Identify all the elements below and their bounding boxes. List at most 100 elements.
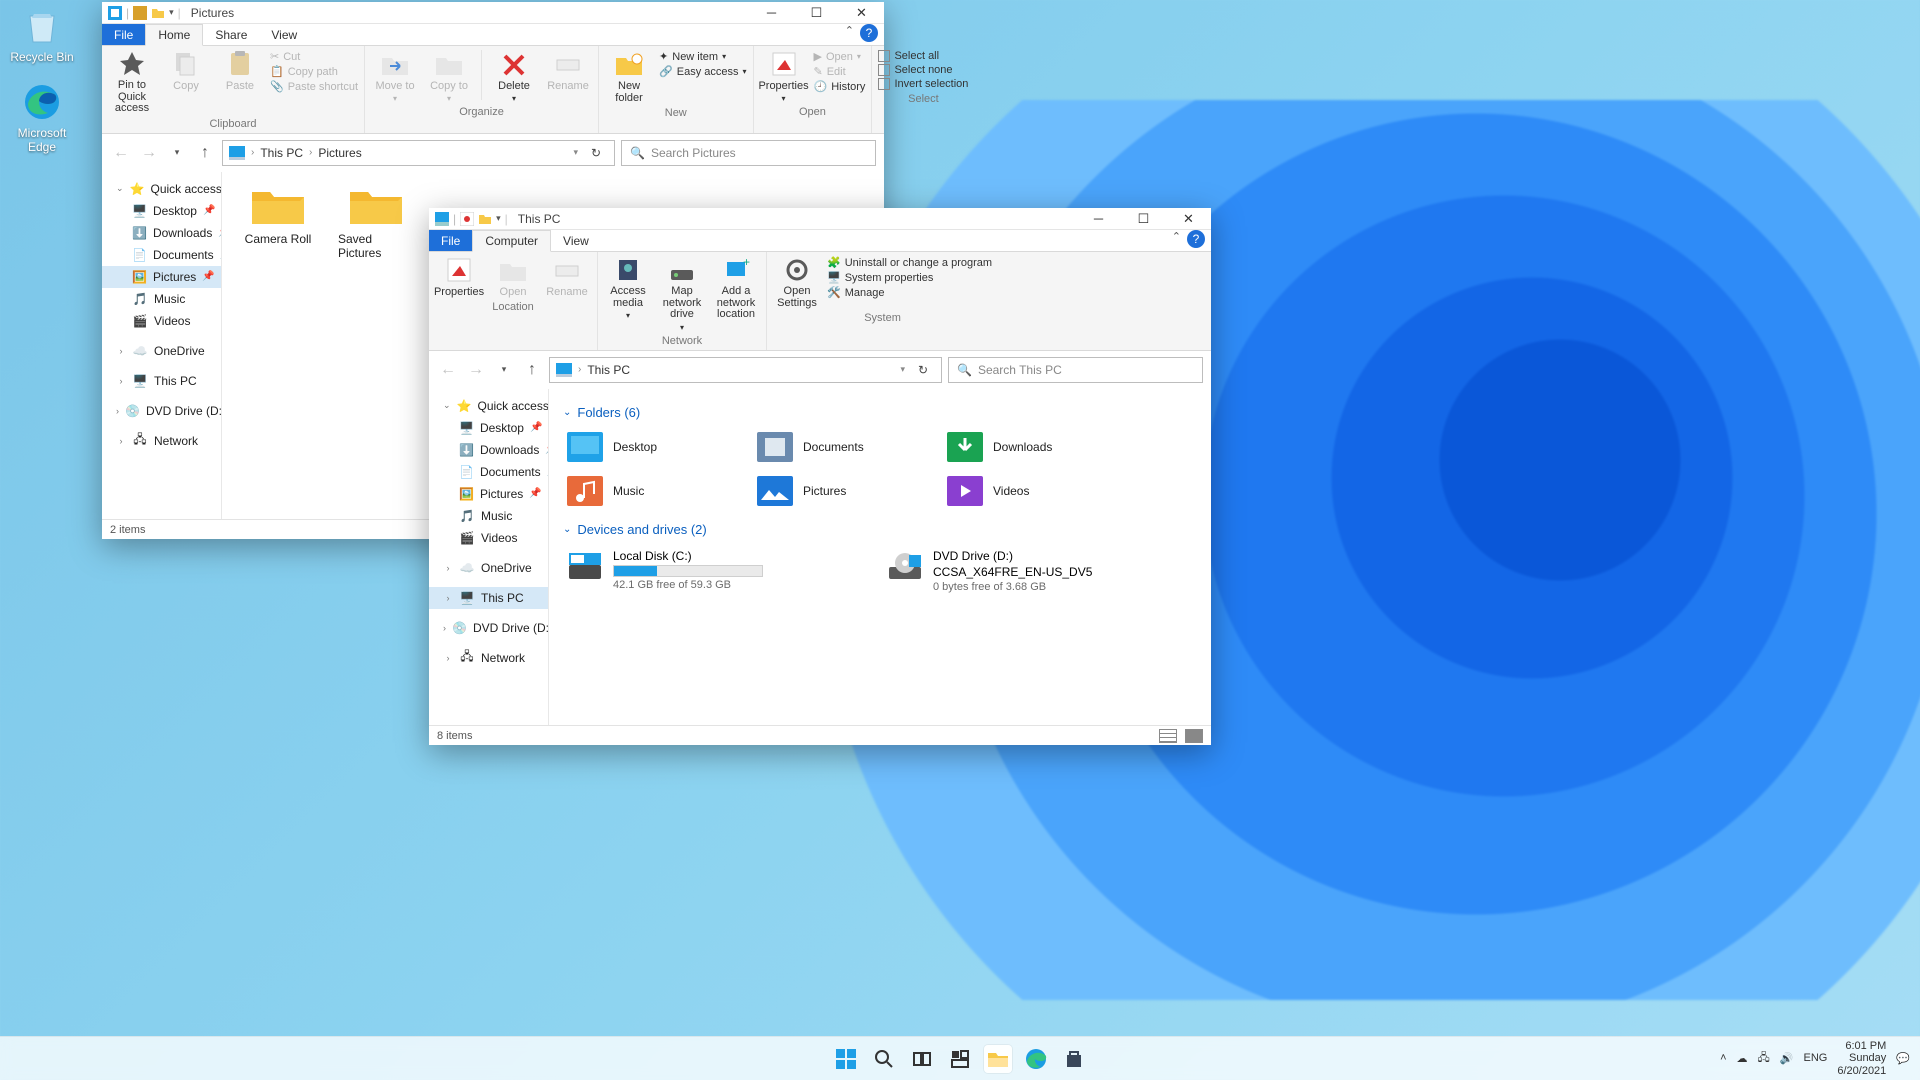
nav-onedrive[interactable]: ›☁️OneDrive	[102, 340, 221, 362]
nav-desktop[interactable]: 🖥️Desktop📌	[102, 200, 221, 222]
nav-music[interactable]: 🎵Music	[102, 288, 221, 310]
properties-button[interactable]: Properties	[435, 256, 483, 298]
maximize-button[interactable]: ☐	[1121, 208, 1166, 230]
move-to-button[interactable]: Move to▾	[371, 50, 419, 103]
addr-dropdown-icon[interactable]: ▾	[900, 364, 905, 375]
nav-onedrive[interactable]: ›☁️OneDrive	[429, 557, 548, 579]
drive-local-c[interactable]: Local Disk (C:) 42.1 GB free of 59.3 GB	[563, 545, 843, 597]
tab-computer[interactable]: Computer	[472, 230, 551, 252]
tab-view[interactable]: View	[259, 24, 309, 45]
folder-tile-music[interactable]: Music	[563, 472, 753, 516]
copy-path-button[interactable]: 📋Copy path	[270, 65, 358, 78]
easy-access-button[interactable]: 🔗Easy access ▾	[659, 65, 746, 78]
nav-downloads[interactable]: ⬇️Downloads📌	[102, 222, 221, 244]
tray-notifications-icon[interactable]: 💬	[1896, 1052, 1910, 1065]
nav-downloads[interactable]: ⬇️Downloads📌	[429, 439, 548, 461]
section-folders[interactable]: ⌄Folders (6)	[563, 405, 1197, 420]
back-button[interactable]: ←	[437, 359, 459, 381]
view-large-button[interactable]	[1185, 729, 1203, 743]
system-properties-button[interactable]: 🖥️System properties	[827, 271, 992, 284]
open-button[interactable]: ▶Open ▾	[814, 50, 866, 63]
forward-button[interactable]: →	[138, 142, 160, 164]
forward-button[interactable]: →	[465, 359, 487, 381]
minimize-button[interactable]: ─	[749, 2, 794, 24]
maximize-button[interactable]: ☐	[794, 2, 839, 24]
open-button[interactable]: Open	[489, 256, 537, 298]
folder-camera-roll[interactable]: Camera Roll	[240, 184, 316, 260]
nav-network[interactable]: ›🖧Network	[429, 647, 548, 669]
add-network-location-button[interactable]: +Add a network location	[712, 256, 760, 321]
open-settings-button[interactable]: Open Settings	[773, 256, 821, 309]
tray-language[interactable]: ENG	[1804, 1052, 1828, 1064]
new-item-button[interactable]: ✦New item ▾	[659, 50, 746, 63]
folder-tile-videos[interactable]: Videos	[943, 472, 1133, 516]
help-button[interactable]: ?	[1187, 230, 1205, 248]
breadcrumb-leaf[interactable]: Pictures	[318, 146, 361, 160]
help-button[interactable]: ?	[860, 24, 878, 42]
collapse-ribbon-button[interactable]: ⌃	[839, 24, 860, 45]
qat-dropdown-icon[interactable]: ▾	[496, 213, 501, 224]
nav-videos[interactable]: 🎬Videos	[429, 527, 548, 549]
address-bar[interactable]: › This PC ▾ ↻	[549, 357, 942, 383]
nav-dvd[interactable]: ›💿DVD Drive (D:) CCSA	[102, 400, 221, 422]
rename-button[interactable]: Rename	[544, 50, 592, 92]
section-devices[interactable]: ⌄Devices and drives (2)	[563, 522, 1197, 537]
nav-desktop[interactable]: 🖥️Desktop📌	[429, 417, 548, 439]
folder-tile-documents[interactable]: Documents	[753, 428, 943, 472]
nav-documents[interactable]: 📄Documents📌	[102, 244, 221, 266]
qat-save-icon[interactable]	[133, 6, 147, 20]
qat-props-icon[interactable]	[460, 212, 474, 226]
close-button[interactable]: ✕	[1166, 208, 1211, 230]
tray-onedrive-icon[interactable]: ☁	[1737, 1052, 1748, 1065]
select-none-button[interactable]: Select none	[878, 64, 968, 76]
nav-pictures[interactable]: 🖼️Pictures📌	[429, 483, 548, 505]
refresh-button[interactable]: ↻	[911, 363, 935, 377]
recent-dropdown[interactable]: ▾	[166, 142, 188, 164]
access-media-button[interactable]: Access media▾	[604, 256, 652, 320]
folder-tile-desktop[interactable]: Desktop	[563, 428, 753, 472]
select-all-button[interactable]: Select all	[878, 50, 968, 62]
manage-button[interactable]: 🛠️Manage	[827, 286, 992, 299]
tray-network-icon[interactable]: 🖧	[1758, 1049, 1770, 1068]
new-folder-button[interactable]: New folder	[605, 50, 653, 104]
taskbar-store[interactable]	[1060, 1045, 1088, 1073]
copy-button[interactable]: Copy	[162, 50, 210, 92]
nav-dvd[interactable]: ›💿DVD Drive (D:) CCSA	[429, 617, 548, 639]
taskbar-explorer[interactable]	[984, 1045, 1012, 1073]
view-details-button[interactable]	[1159, 729, 1177, 743]
task-view-button[interactable]	[908, 1045, 936, 1073]
tray-volume-icon[interactable]: 🔊	[1780, 1052, 1794, 1065]
nav-network[interactable]: ›🖧Network	[102, 430, 221, 452]
paste-shortcut-button[interactable]: 📎Paste shortcut	[270, 80, 358, 93]
tab-view[interactable]: View	[551, 230, 601, 251]
tab-file[interactable]: File	[429, 230, 472, 251]
content-area[interactable]: ⌄Folders (6) Desktop Documents Downloads…	[549, 389, 1211, 725]
paste-button[interactable]: Paste	[216, 50, 264, 92]
address-bar[interactable]: › This PC › Pictures ▾ ↻	[222, 140, 615, 166]
qat-folder-icon[interactable]	[478, 212, 492, 226]
nav-this-pc[interactable]: ›🖥️This PC	[102, 370, 221, 392]
history-button[interactable]: 🕘History	[814, 80, 866, 93]
delete-button[interactable]: Delete▾	[490, 50, 538, 103]
drive-dvd-d[interactable]: DVD Drive (D:) CCSA_X64FRE_EN-US_DV5 0 b…	[883, 545, 1163, 597]
search-button[interactable]	[870, 1045, 898, 1073]
qat-folder-icon[interactable]	[151, 6, 165, 20]
invert-selection-button[interactable]: Invert selection	[878, 78, 968, 90]
addr-dropdown-icon[interactable]: ▾	[573, 147, 578, 158]
recent-dropdown[interactable]: ▾	[493, 359, 515, 381]
copy-to-button[interactable]: Copy to▾	[425, 50, 473, 103]
nav-quick-access[interactable]: ⌄⭐Quick access	[429, 395, 548, 417]
back-button[interactable]: ←	[110, 142, 132, 164]
nav-videos[interactable]: 🎬Videos	[102, 310, 221, 332]
desktop-icon-edge[interactable]: Microsoft Edge	[4, 82, 80, 154]
close-button[interactable]: ✕	[839, 2, 884, 24]
up-button[interactable]: ↑	[194, 142, 216, 164]
edit-button[interactable]: ✎Edit	[814, 65, 866, 78]
tab-share[interactable]: Share	[203, 24, 259, 45]
titlebar[interactable]: | ▾ | This PC ─ ☐ ✕	[429, 208, 1211, 230]
pin-to-quick-access-button[interactable]: Pin to Quick access	[108, 50, 156, 115]
refresh-button[interactable]: ↻	[584, 146, 608, 160]
breadcrumb-root[interactable]: This PC	[260, 146, 303, 160]
tab-home[interactable]: Home	[145, 24, 203, 46]
search-input[interactable]: 🔍 Search Pictures	[621, 140, 876, 166]
